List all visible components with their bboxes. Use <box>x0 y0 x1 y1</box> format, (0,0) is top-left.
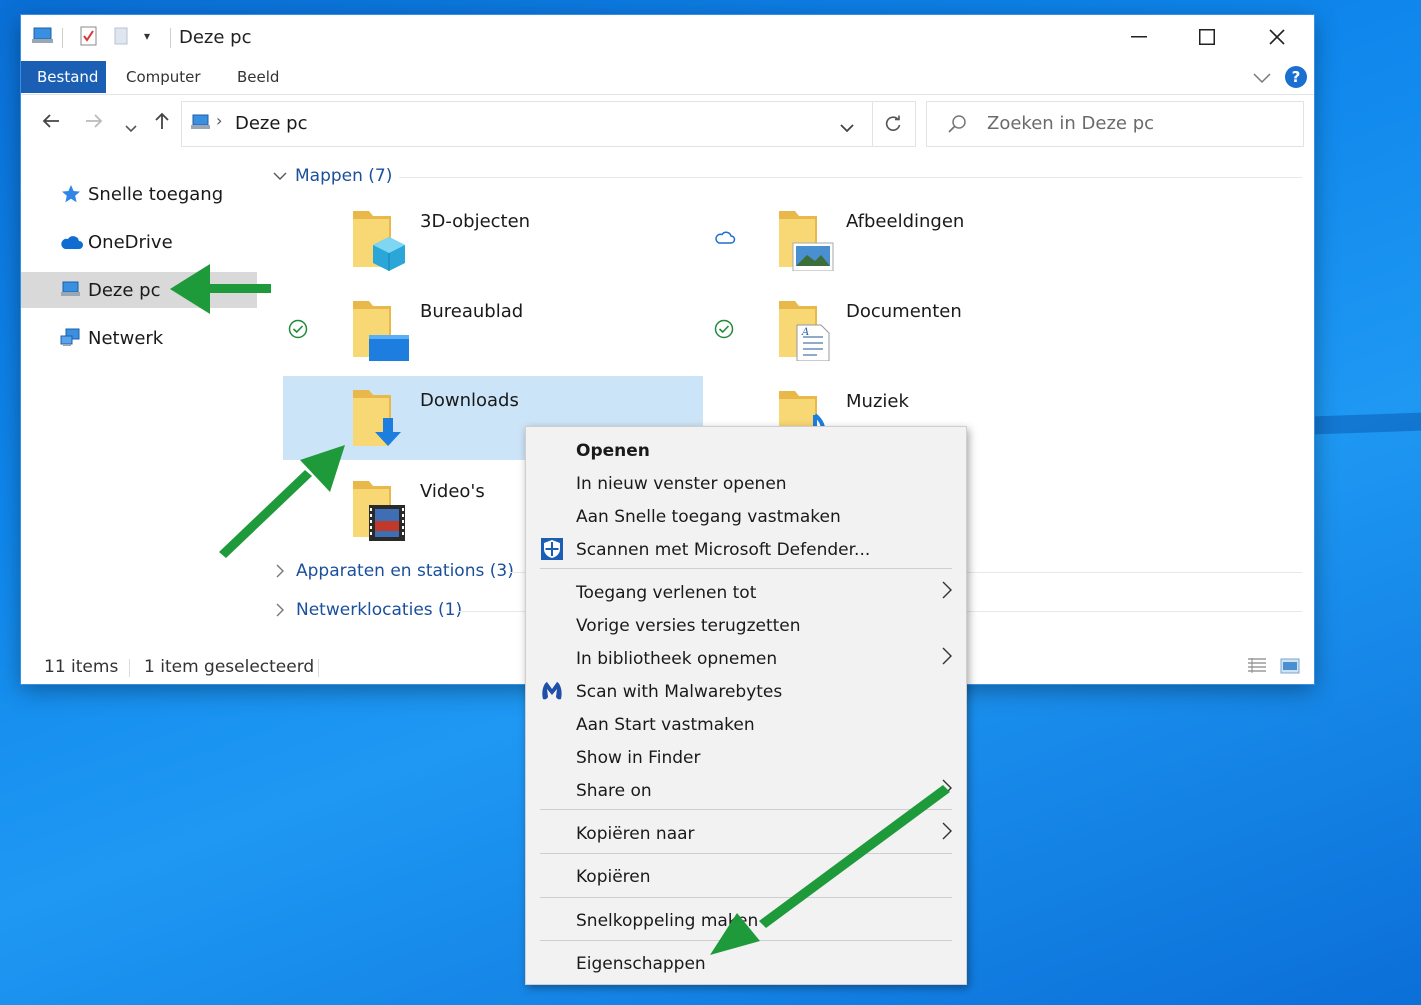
sidebar-item-deze-pc[interactable]: Deze pc <box>21 272 257 308</box>
large-icons-view-icon[interactable] <box>1280 657 1300 680</box>
menu-item-show-in-finder[interactable]: Show in Finder <box>526 741 966 774</box>
downloads-folder-icon <box>353 390 401 446</box>
tab-computer[interactable]: Computer <box>110 61 217 93</box>
menu-item-bibliotheek[interactable]: In bibliotheek opnemen <box>526 642 966 675</box>
recent-locations-chevron-icon[interactable] <box>125 115 137 140</box>
expand-ribbon-icon[interactable] <box>1253 69 1271 88</box>
tab-beeld[interactable]: Beeld <box>221 61 295 93</box>
chevron-right-icon <box>276 564 284 578</box>
folder-3d-objecten[interactable]: 3D-objecten <box>283 197 703 281</box>
refresh-icon <box>885 115 901 131</box>
ribbon-tabs: Bestand Computer Beeld ? <box>21 61 1314 94</box>
address-bar[interactable]: › Deze pc <box>181 101 873 147</box>
sidebar-item-label: Netwerk <box>88 327 164 349</box>
search-box[interactable]: Zoeken in Deze pc <box>926 101 1304 147</box>
help-icon[interactable]: ? <box>1284 65 1308 93</box>
3d-objects-folder-icon <box>353 211 405 271</box>
new-folder-icon[interactable] <box>113 25 131 47</box>
customize-toolbar-dropdown-icon[interactable]: ▾ <box>144 29 150 43</box>
folder-documenten[interactable]: A Documenten <box>709 287 1129 371</box>
defender-shield-icon <box>541 538 563 560</box>
properties-icon[interactable] <box>79 25 99 47</box>
menu-item-snelle-toegang[interactable]: Aan Snelle toegang vastmaken <box>526 500 966 533</box>
address-dropdown-chevron-icon[interactable] <box>840 118 854 137</box>
selection-count: 1 item geselecteerd <box>144 657 315 677</box>
menu-item-defender[interactable]: Scannen met Microsoft Defender... <box>526 533 966 566</box>
sidebar-item-label: Snelle toegang <box>88 183 224 205</box>
tab-bestand[interactable]: Bestand <box>21 61 106 93</box>
menu-item-share-on[interactable]: Share on <box>526 774 966 807</box>
folder-afbeeldingen[interactable]: Afbeeldingen <box>709 197 1129 281</box>
title-bar: ▾ Deze pc <box>21 15 1314 61</box>
breadcrumb-current[interactable]: Deze pc <box>235 113 308 134</box>
videos-folder-icon <box>353 481 405 541</box>
menu-item-openen[interactable]: Openen <box>526 434 966 467</box>
computer-small-icon <box>31 25 55 47</box>
group-header-mappen[interactable]: Mappen (7) <box>273 166 392 186</box>
computer-icon <box>190 113 212 137</box>
synced-check-icon <box>288 319 308 343</box>
close-button[interactable] <box>1243 15 1311 59</box>
documents-folder-icon: A <box>779 301 830 361</box>
window-title: Deze pc <box>179 27 252 48</box>
menu-item-snelkoppeling[interactable]: Snelkoppeling maken <box>526 904 966 937</box>
maximize-button[interactable] <box>1173 15 1241 59</box>
navigation-bar: › Deze pc Zoeken in Deze pc <box>21 101 1314 147</box>
menu-item-kopieren[interactable]: Kopiëren <box>526 860 966 893</box>
search-icon <box>947 114 967 138</box>
menu-item-kopieren-naar[interactable]: Kopiëren naar <box>526 817 966 850</box>
svg-text:A: A <box>801 327 809 338</box>
menu-item-malwarebytes[interactable]: Scan with Malwarebytes <box>526 675 966 708</box>
submenu-chevron-icon <box>942 646 952 671</box>
search-placeholder[interactable]: Zoeken in Deze pc <box>987 113 1154 134</box>
chevron-down-icon <box>273 172 287 180</box>
group-header-apparaten[interactable]: Apparaten en stations (3) <box>273 561 514 581</box>
folder-bureaublad[interactable]: Bureaublad <box>283 287 703 371</box>
network-icon <box>59 327 83 349</box>
submenu-chevron-icon <box>942 580 952 605</box>
refresh-button[interactable] <box>871 101 916 147</box>
cloud-icon <box>59 231 83 253</box>
menu-item-nieuw-venster[interactable]: In nieuw venster openen <box>526 467 966 500</box>
context-menu: Openen In nieuw venster openen Aan Snell… <box>525 426 967 985</box>
sidebar-item-label: OneDrive <box>88 231 173 253</box>
item-count: 11 items <box>44 657 119 677</box>
details-view-icon[interactable] <box>1247 657 1267 680</box>
up-arrow-icon[interactable] <box>152 111 172 137</box>
sidebar-item-netwerk[interactable]: Netwerk <box>21 320 257 356</box>
submenu-chevron-icon <box>942 778 952 803</box>
chevron-right-icon <box>276 603 284 617</box>
desktop-folder-icon <box>353 301 409 361</box>
cloud-status-icon <box>714 229 736 249</box>
computer-icon <box>59 279 83 301</box>
submenu-chevron-icon <box>942 821 952 846</box>
synced-check-icon <box>714 319 734 343</box>
menu-item-toegang-verlenen[interactable]: Toegang verlenen tot <box>526 576 966 609</box>
menu-item-start-vastmaken[interactable]: Aan Start vastmaken <box>526 708 966 741</box>
sidebar-item-onedrive[interactable]: OneDrive <box>21 224 257 260</box>
minimize-button[interactable] <box>1105 15 1173 59</box>
breadcrumb-chevron-icon[interactable]: › <box>216 111 222 130</box>
back-arrow-icon[interactable] <box>41 111 61 137</box>
svg-text:?: ? <box>1292 68 1301 86</box>
sidebar-item-label: Deze pc <box>88 279 161 301</box>
forward-arrow-icon[interactable] <box>84 111 104 137</box>
sidebar-item-snelle-toegang[interactable]: Snelle toegang <box>21 176 257 212</box>
menu-item-eigenschappen[interactable]: Eigenschappen <box>526 947 966 980</box>
menu-item-vorige-versies[interactable]: Vorige versies terugzetten <box>526 609 966 642</box>
star-icon <box>59 183 83 205</box>
malwarebytes-icon <box>542 682 562 700</box>
group-header-netwerklocaties[interactable]: Netwerklocaties (1) <box>273 600 462 620</box>
pictures-folder-icon <box>779 211 834 271</box>
